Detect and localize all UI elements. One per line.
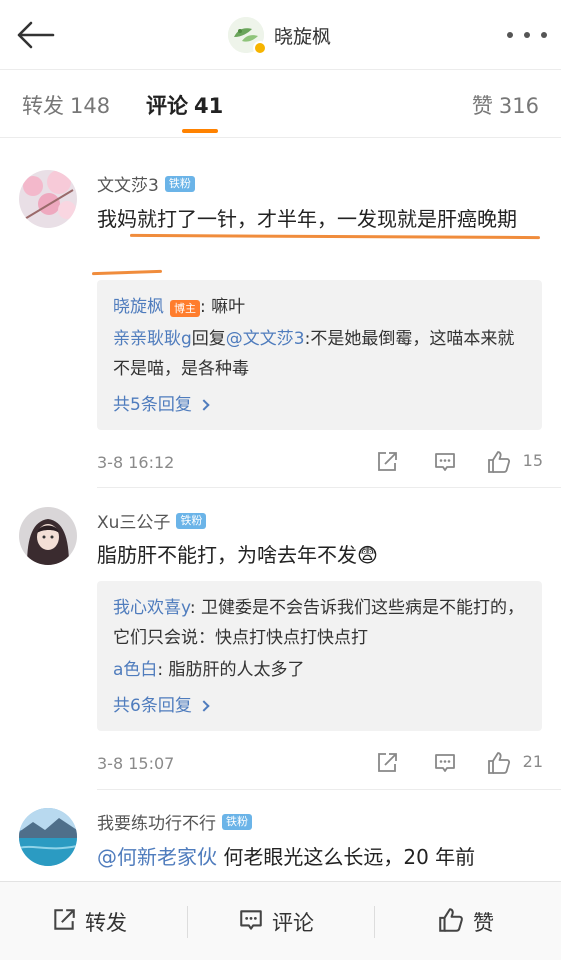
comment-header: Xu三公子 铁粉 — [97, 508, 207, 533]
avatar[interactable] — [19, 808, 77, 866]
fan-badge: 铁粉 — [164, 175, 195, 192]
divider — [187, 906, 188, 938]
comment-text: @何新老家伙 何老眼光这么长远，20 年前 — [97, 841, 541, 873]
share-icon[interactable] — [373, 448, 401, 476]
comment-date: 3-8 16:12 — [97, 452, 175, 472]
bottom-comment-label: 评论 — [272, 910, 314, 935]
reply-text: : 嘛叶 — [200, 297, 246, 317]
more-replies-label: 共5条回复 — [113, 395, 192, 415]
comment-text: 脂肪肝不能打，为啥去年不发😨 — [97, 543, 378, 567]
highlight-underline — [91, 269, 163, 276]
tab-repost-count: 148 — [70, 94, 111, 118]
reply-text: : 脂肪肝的人太多了 — [157, 660, 305, 680]
reply-box: 我心欢喜y: 卫健委是不会告诉我们这些病是不能打的，它们只会说：快点打快点打快点… — [97, 581, 542, 731]
divider — [374, 906, 375, 938]
header-title: 晓旋枫 — [274, 25, 332, 48]
more-replies-label: 共6条回复 — [113, 696, 192, 716]
divider — [97, 789, 561, 790]
share-icon[interactable] — [373, 749, 401, 777]
comment-icon — [238, 907, 264, 937]
comment-username[interactable]: 文文莎3 — [97, 171, 159, 196]
comment-mention[interactable]: @何新老家伙 — [97, 845, 217, 869]
top-nav-bar: 晓旋枫 — [0, 0, 561, 70]
comment-text-body: 何老眼光这么长远，20 年前 — [217, 845, 476, 869]
back-arrow-icon[interactable] — [14, 18, 56, 52]
header-avatar[interactable] — [228, 17, 267, 55]
tab-like-count: 316 — [498, 94, 539, 118]
reply-line: a色白: 脂肪肝的人太多了 — [113, 655, 526, 685]
like-count: 15 — [522, 451, 543, 470]
more-replies-link[interactable]: 共5条回复 — [113, 390, 526, 420]
chevron-right-icon — [198, 700, 210, 712]
reply-line: 亲亲耿耿g回复@文文莎3:不是她最倒霉，这喵本来就不是喵，是各种毒 — [113, 324, 526, 384]
comment-text: 我妈就打了一针，才半年，一发现就是肝癌晚期 — [97, 207, 517, 231]
header-user[interactable]: 晓旋枫 — [228, 16, 332, 55]
comment-meta: 3-8 16:12 15 — [97, 447, 543, 477]
comment-header: 我要练功行不行 铁粉 — [97, 809, 252, 834]
bottom-action-bar: 转发 评论 赞 — [0, 881, 561, 960]
bottom-share-button[interactable]: 转发 — [51, 882, 127, 960]
tab-like-label: 赞 — [471, 94, 493, 118]
verified-badge-icon — [253, 41, 267, 55]
tab-repost-label: 转发 — [22, 94, 64, 118]
reply-mention[interactable]: @文文莎3 — [226, 329, 305, 349]
active-tab-indicator — [182, 129, 218, 133]
comment-username[interactable]: Xu三公子 — [97, 508, 170, 533]
bottom-like-label: 赞 — [473, 910, 494, 935]
tab-like[interactable]: 赞 316 — [472, 90, 539, 120]
tab-comment-count: 41 — [194, 94, 224, 118]
reply-username[interactable]: a色白 — [113, 660, 157, 680]
like-count: 21 — [522, 752, 543, 771]
reply-box: 晓旋枫 博主: 嘛叶 亲亲耿耿g回复@文文莎3:不是她最倒霉，这喵本来就不是喵，是… — [97, 280, 542, 430]
avatar[interactable] — [19, 507, 77, 565]
comment-meta: 3-8 15:07 21 — [97, 748, 543, 778]
comment-icon[interactable] — [431, 749, 459, 777]
comment-date: 3-8 15:07 — [97, 753, 175, 773]
more-replies-link[interactable]: 共6条回复 — [113, 691, 526, 721]
fan-badge: 铁粉 — [222, 813, 252, 830]
avatar[interactable] — [19, 170, 77, 228]
comment-icon[interactable] — [431, 448, 459, 476]
host-badge: 博主 — [170, 300, 200, 317]
bottom-share-label: 转发 — [85, 910, 127, 935]
tab-comment-label: 评论 — [146, 94, 188, 118]
like-icon[interactable] — [485, 448, 513, 476]
fan-badge: 铁粉 — [176, 512, 207, 529]
tab-bar: 转发 148 评论 41 赞 316 — [0, 70, 561, 138]
reply-line: 晓旋枫 博主: 嘛叶 — [113, 292, 526, 322]
reply-username[interactable]: 晓旋枫 — [113, 297, 164, 317]
like-icon[interactable] — [485, 749, 513, 777]
tab-repost[interactable]: 转发 148 — [22, 90, 110, 120]
comment-username[interactable]: 我要练功行不行 — [97, 809, 216, 834]
more-dots-icon[interactable] — [507, 22, 547, 48]
reply-line: 我心欢喜y: 卫健委是不会告诉我们这些病是不能打的，它们只会说：快点打快点打快点… — [113, 593, 526, 653]
share-icon — [51, 907, 77, 937]
chevron-right-icon — [198, 399, 210, 411]
reply-username[interactable]: 我心欢喜y — [113, 598, 190, 618]
bottom-comment-button[interactable]: 评论 — [238, 882, 314, 960]
like-icon — [437, 906, 465, 938]
reply-username[interactable]: 亲亲耿耿g — [113, 329, 192, 349]
divider — [97, 487, 561, 488]
bottom-like-button[interactable]: 赞 — [437, 882, 494, 960]
comment-header: 文文莎3 铁粉 — [97, 171, 195, 196]
reply-verb: 回复 — [191, 329, 226, 349]
